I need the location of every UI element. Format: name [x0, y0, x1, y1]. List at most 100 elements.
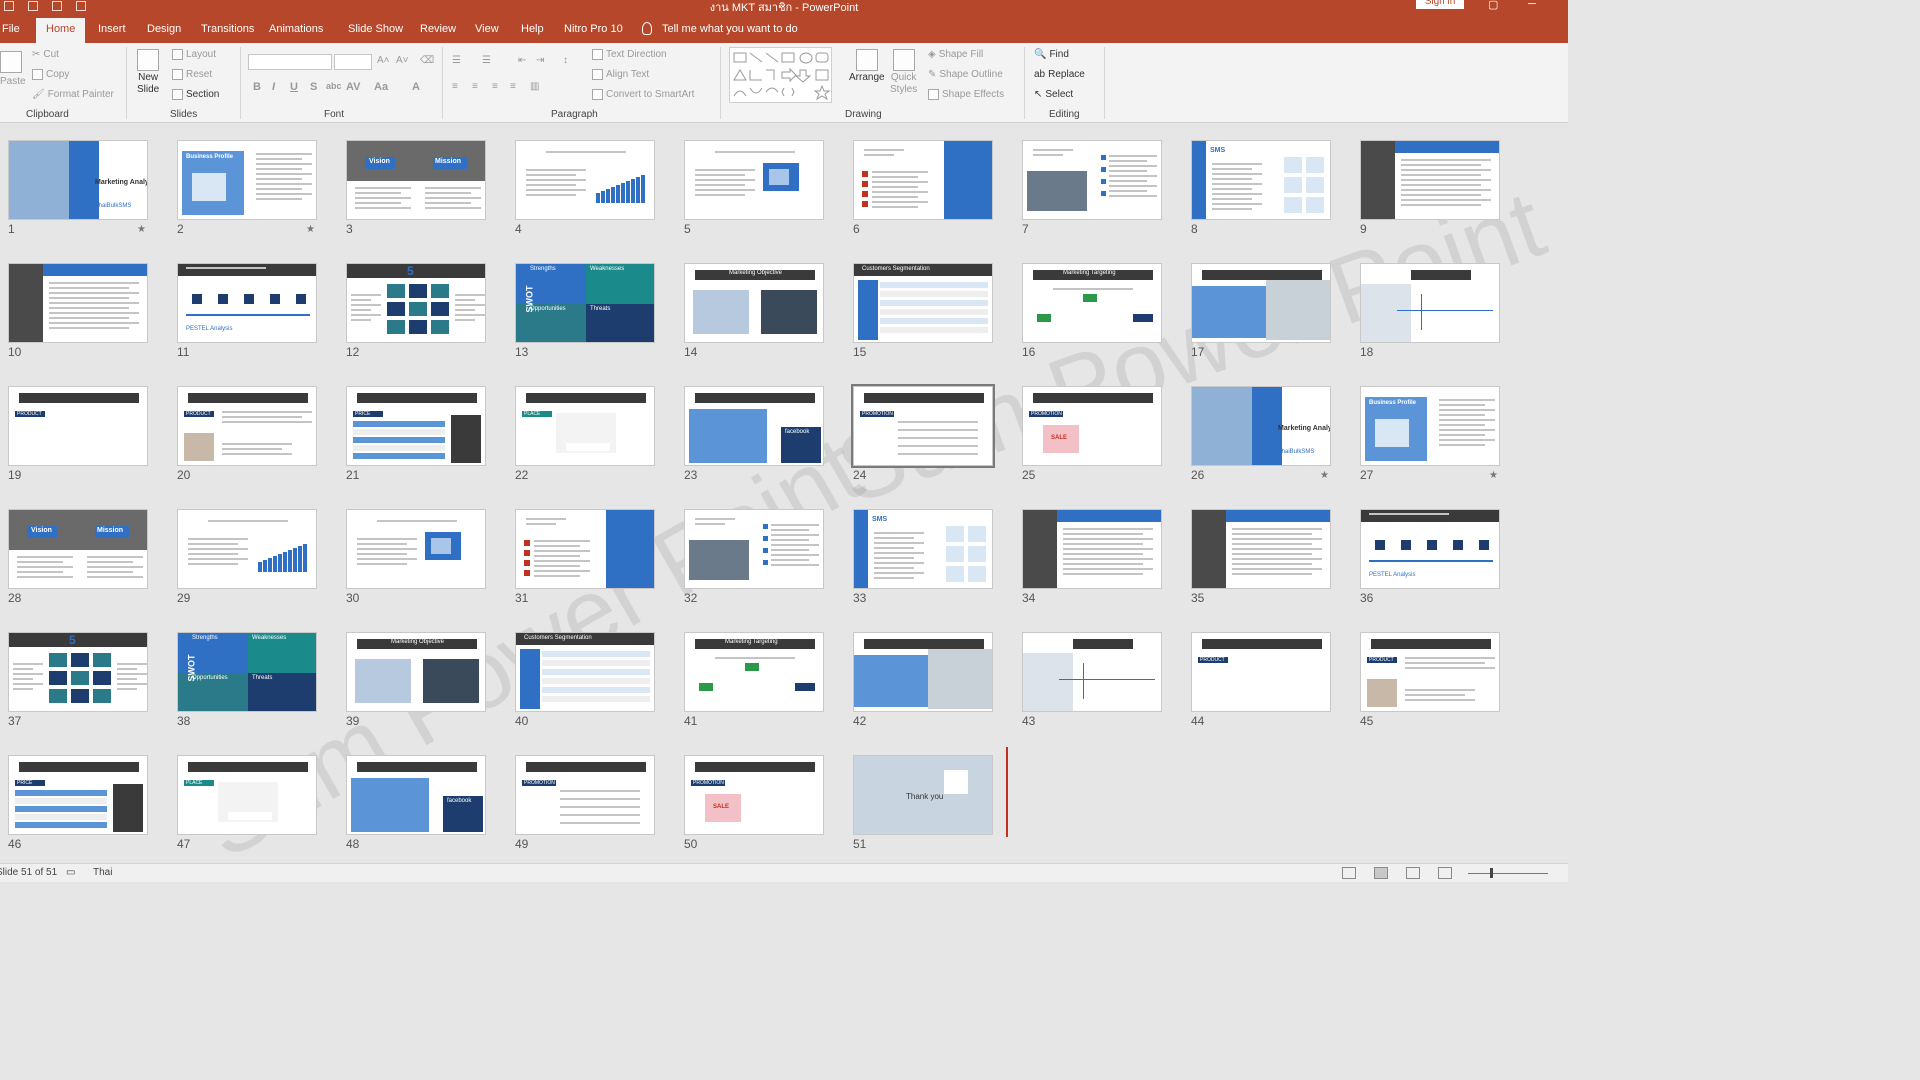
change-case-button[interactable]: Aa: [374, 81, 388, 93]
tab-file[interactable]: File: [2, 23, 20, 35]
transition-star-icon[interactable]: ★: [1320, 470, 1329, 481]
slide-thumbnail[interactable]: Marketing Objective: [346, 632, 486, 712]
justify-icon[interactable]: ≡: [510, 81, 516, 92]
tab-home[interactable]: Home: [36, 18, 86, 43]
replace-button[interactable]: ab Replace: [1034, 69, 1085, 80]
shape-outline-button[interactable]: ✎ Shape Outline: [928, 69, 1003, 80]
slide-thumbnail[interactable]: 5: [8, 632, 148, 712]
decrease-indent-icon[interactable]: ⇤: [518, 55, 526, 66]
slideshow-view-icon[interactable]: [1438, 867, 1452, 879]
tab-slide-show[interactable]: Slide Show: [348, 23, 403, 35]
slide-thumbnail[interactable]: [346, 509, 486, 589]
underline-button[interactable]: U: [290, 81, 298, 93]
font-size-combo[interactable]: [334, 54, 372, 70]
reading-view-icon[interactable]: [1406, 867, 1420, 879]
slide-thumbnail[interactable]: facebook: [346, 755, 486, 835]
language[interactable]: Thai: [93, 867, 112, 878]
slide-thumbnail[interactable]: PROMOTION: [851, 384, 995, 468]
slide-sorter[interactable]: Sum Power Point Sum Power Point Marketin…: [0, 123, 1568, 879]
text-direction-button[interactable]: Text Direction: [592, 49, 667, 60]
format-painter-button[interactable]: 🖌 Format Painter: [32, 89, 114, 100]
slide-thumbnail[interactable]: [853, 140, 993, 220]
transition-star-icon[interactable]: ★: [306, 224, 315, 235]
slide-thumbnail[interactable]: Business Profile: [1360, 386, 1500, 466]
transition-star-icon[interactable]: ★: [1489, 470, 1498, 481]
slide-sorter-view-icon[interactable]: [1374, 867, 1388, 879]
slide-thumbnail[interactable]: facebook: [684, 386, 824, 466]
slide-thumbnail[interactable]: Marketing Analysis ThaiBulkSMS: [8, 140, 148, 220]
tell-me-search[interactable]: Tell me what you want to do: [642, 22, 798, 35]
slide-thumbnail[interactable]: PRODUCT: [1191, 632, 1331, 712]
tab-animations[interactable]: Animations: [269, 23, 323, 35]
slide-thumbnail[interactable]: Marketing Targeting: [684, 632, 824, 712]
columns-icon[interactable]: ▥: [530, 81, 539, 92]
transition-star-icon[interactable]: ★: [137, 224, 146, 235]
slide-thumbnail[interactable]: PRICE: [8, 755, 148, 835]
quick-styles-button[interactable]: Quick Styles: [890, 49, 917, 95]
section-button[interactable]: Section: [172, 89, 219, 100]
slide-thumbnail[interactable]: PROMOTION SALE: [684, 755, 824, 835]
reset-button[interactable]: Reset: [172, 69, 212, 80]
cut-button[interactable]: ✂ Cut: [32, 49, 59, 60]
slide-thumbnail[interactable]: [1191, 263, 1331, 343]
bold-button[interactable]: B: [253, 81, 261, 93]
slide-thumbnail[interactable]: Vision Mission: [346, 140, 486, 220]
normal-view-icon[interactable]: [1342, 867, 1356, 879]
shape-effects-button[interactable]: Shape Effects: [928, 89, 1004, 100]
slide-thumbnail[interactable]: PLACE: [177, 755, 317, 835]
minimize-icon[interactable]: ─: [1528, 0, 1536, 10]
bullets-icon[interactable]: ☰: [452, 55, 461, 66]
increase-font-icon[interactable]: A˄: [377, 55, 390, 66]
slide-thumbnail[interactable]: PRODUCT: [177, 386, 317, 466]
increase-indent-icon[interactable]: ⇥: [536, 55, 544, 66]
new-slide-button[interactable]: New Slide: [137, 49, 159, 95]
clear-formatting-icon[interactable]: ⌫: [420, 55, 434, 66]
slide-thumbnail[interactable]: [684, 509, 824, 589]
slide-thumbnail[interactable]: [1360, 263, 1500, 343]
font-name-combo[interactable]: [248, 54, 332, 70]
numbering-icon[interactable]: ☰: [482, 55, 491, 66]
slide-thumbnail[interactable]: [1191, 509, 1331, 589]
align-center-icon[interactable]: ≡: [472, 81, 478, 92]
shapes-gallery[interactable]: [729, 47, 832, 103]
zoom-slider[interactable]: [1468, 873, 1548, 874]
slide-thumbnail[interactable]: [853, 632, 993, 712]
line-spacing-icon[interactable]: ↕: [563, 55, 568, 66]
slide-thumbnail[interactable]: Vision Mission: [8, 509, 148, 589]
slide-thumbnail[interactable]: PLACE: [515, 386, 655, 466]
slide-thumbnail[interactable]: Marketing Targeting: [1022, 263, 1162, 343]
slide-thumbnail[interactable]: PRODUCT: [1360, 632, 1500, 712]
slide-thumbnail[interactable]: PRICE: [346, 386, 486, 466]
slide-thumbnail[interactable]: Strengths Weaknesses Opportunities Threats S…: [177, 632, 317, 712]
paste-button[interactable]: Paste: [0, 51, 26, 87]
slide-thumbnail[interactable]: Thank you: [853, 755, 993, 835]
spelling-icon[interactable]: ▭: [66, 867, 75, 878]
slide-thumbnail[interactable]: Customers Segmentation: [853, 263, 993, 343]
italic-button[interactable]: I: [272, 81, 275, 93]
zoom-slider-thumb[interactable]: [1490, 868, 1493, 878]
copy-button[interactable]: Copy: [32, 69, 69, 80]
tab-review[interactable]: Review: [420, 23, 456, 35]
slide-thumbnail[interactable]: [1022, 509, 1162, 589]
tab-view[interactable]: View: [475, 23, 499, 35]
slide-thumbnail[interactable]: Marketing Analysis ThaiBulkSMS: [1191, 386, 1331, 466]
tab-nitro[interactable]: Nitro Pro 10: [564, 23, 623, 35]
slide-thumbnail[interactable]: SMS: [853, 509, 993, 589]
slide-thumbnail[interactable]: [8, 263, 148, 343]
find-button[interactable]: 🔍 Find: [1034, 49, 1069, 60]
slide-thumbnail[interactable]: PESTEL Analysis: [177, 263, 317, 343]
arrange-button[interactable]: Arrange: [849, 49, 885, 83]
decrease-font-icon[interactable]: A˅: [396, 55, 409, 66]
slide-thumbnail[interactable]: [515, 509, 655, 589]
layout-button[interactable]: Layout: [172, 49, 216, 60]
shape-fill-button[interactable]: ◈ Shape Fill: [928, 49, 983, 60]
align-text-button[interactable]: Align Text: [592, 69, 649, 80]
strikethrough-button[interactable]: abc: [326, 81, 342, 91]
slide-thumbnail[interactable]: Business Profile: [177, 140, 317, 220]
slide-thumbnail[interactable]: SMS: [1191, 140, 1331, 220]
slide-thumbnail[interactable]: [684, 140, 824, 220]
slide-thumbnail[interactable]: [177, 509, 317, 589]
slide-thumbnail[interactable]: Marketing Objective: [684, 263, 824, 343]
tab-insert[interactable]: Insert: [98, 23, 126, 35]
shadow-button[interactable]: S: [310, 81, 317, 93]
